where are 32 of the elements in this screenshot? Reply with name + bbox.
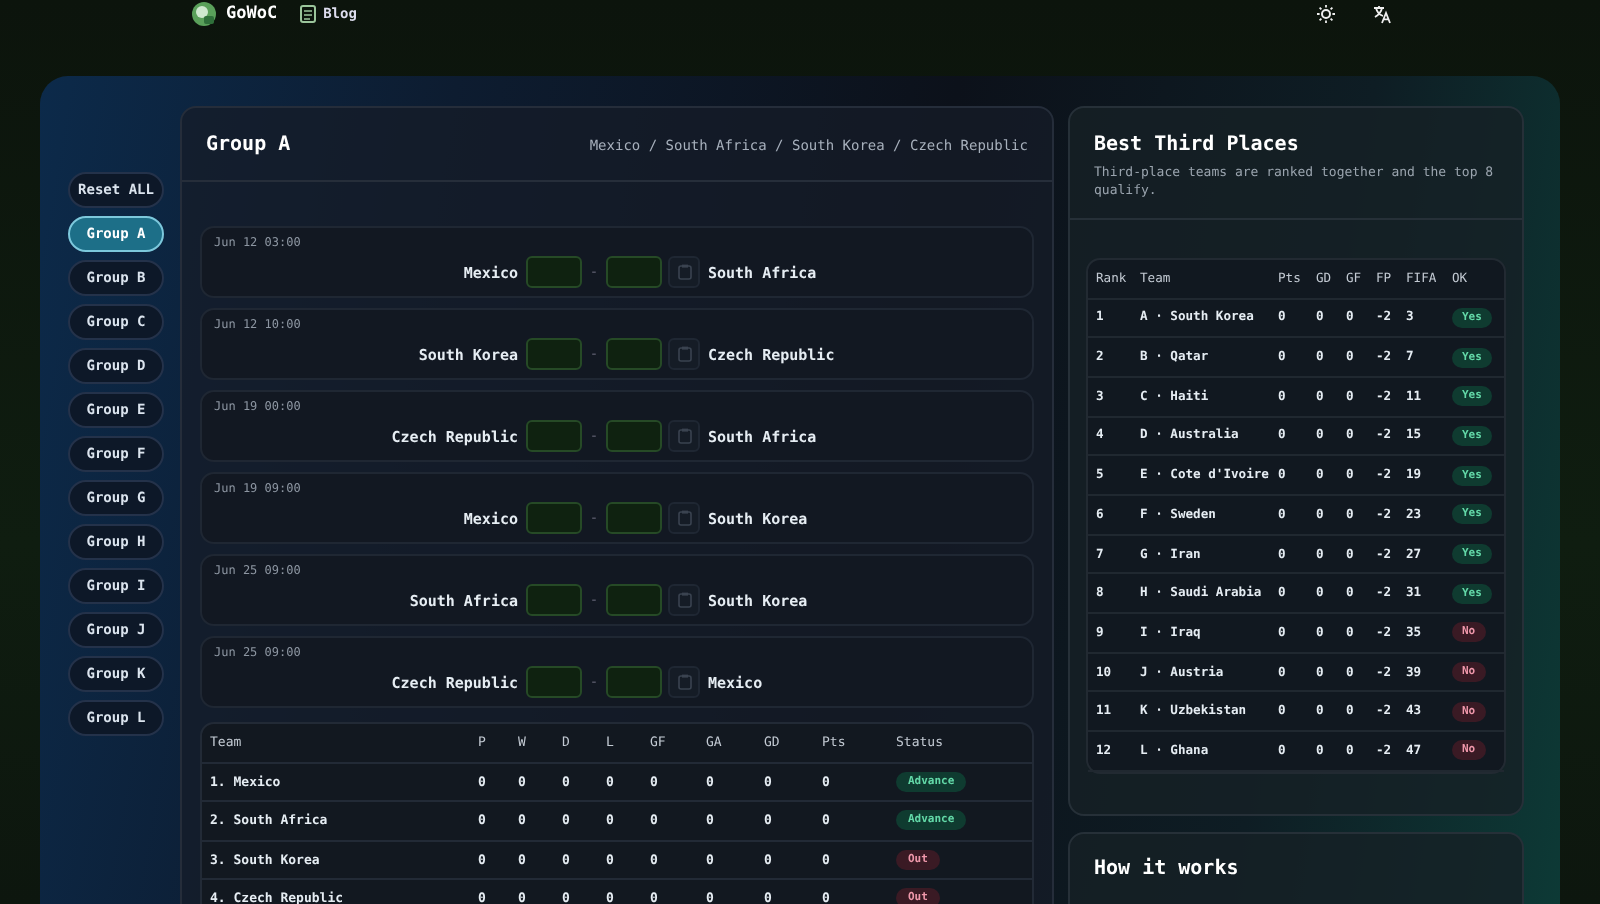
group-title: Group A — [206, 134, 291, 156]
clear-button[interactable] — [668, 338, 700, 370]
score-input[interactable] — [606, 666, 662, 698]
score-input[interactable] — [526, 256, 582, 288]
clipboard-icon — [677, 346, 691, 362]
clipboard-icon — [677, 510, 691, 526]
clear-button[interactable] — [668, 256, 700, 288]
clipboard-icon — [677, 264, 691, 280]
translate-icon[interactable] — [1372, 4, 1392, 24]
score-input[interactable] — [606, 584, 662, 616]
panel-title: Best Third Places — [1094, 134, 1301, 156]
logo-icon — [192, 2, 216, 26]
score-input[interactable] — [606, 502, 662, 534]
score-input[interactable] — [526, 666, 582, 698]
score-input[interactable] — [606, 256, 662, 288]
document-icon — [297, 4, 318, 24]
score-input[interactable] — [526, 584, 582, 616]
clipboard-icon — [677, 428, 691, 444]
score-input[interactable] — [606, 420, 662, 452]
clear-button[interactable] — [668, 584, 700, 616]
clear-button[interactable] — [668, 420, 700, 452]
score-input[interactable] — [526, 338, 582, 370]
panel-title: How it works — [1094, 857, 1241, 880]
score-input[interactable] — [526, 420, 582, 452]
clear-button[interactable] — [668, 502, 700, 534]
clipboard-icon — [677, 592, 691, 608]
score-input[interactable] — [526, 502, 582, 534]
theme-toggle-icon[interactable] — [1316, 4, 1336, 24]
score-input[interactable] — [606, 338, 662, 370]
brand-name[interactable]: GoWoC — [226, 4, 278, 24]
clipboard-icon — [677, 674, 691, 690]
clear-button[interactable] — [668, 666, 700, 698]
